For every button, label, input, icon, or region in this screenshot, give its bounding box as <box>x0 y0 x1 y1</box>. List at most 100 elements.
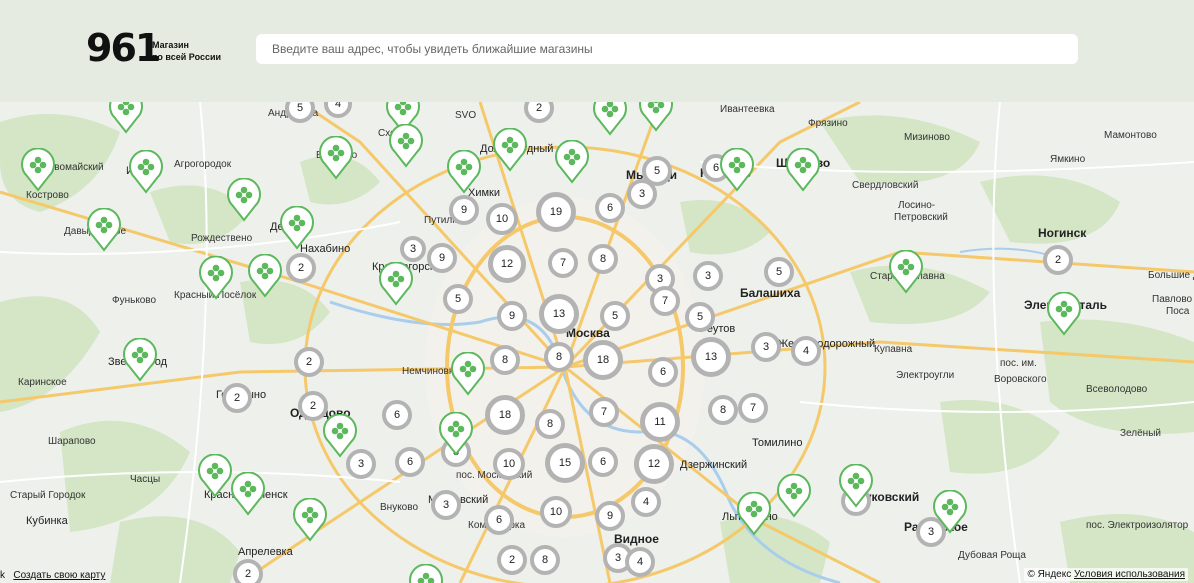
store-cluster[interactable]: 6 <box>648 357 678 387</box>
store-pin-icon[interactable] <box>322 413 358 458</box>
store-cluster[interactable]: 3 <box>431 490 461 520</box>
place-label: Поса <box>1166 306 1190 317</box>
store-pin-icon[interactable] <box>1046 291 1082 336</box>
store-cluster[interactable]: 6 <box>588 447 618 477</box>
place-label: пос. Электроизолятор <box>1086 520 1189 531</box>
place-label: Дубовая Роща <box>958 550 1026 561</box>
store-cluster[interactable]: 10 <box>540 496 572 528</box>
store-cluster[interactable]: 12 <box>488 245 526 283</box>
place-label: Москва <box>566 326 610 340</box>
store-pin-icon[interactable] <box>128 149 164 194</box>
store-cluster[interactable]: 8 <box>490 345 520 375</box>
store-pin-icon[interactable] <box>554 139 590 184</box>
store-pin-icon[interactable] <box>408 563 444 583</box>
store-pin-icon[interactable] <box>279 205 315 250</box>
store-cluster[interactable]: 9 <box>497 301 527 331</box>
store-cluster[interactable]: 8 <box>588 244 618 274</box>
store-cluster[interactable]: 2 <box>286 253 316 283</box>
place-label: Электроугли <box>896 370 955 381</box>
terms-link[interactable]: Условия использования <box>1074 569 1185 580</box>
store-cluster[interactable]: 15 <box>545 443 585 483</box>
store-pin-icon[interactable] <box>492 127 528 172</box>
store-cluster[interactable]: 4 <box>631 487 661 517</box>
store-pin-icon[interactable] <box>932 489 968 534</box>
tagline-line-2: по всей России <box>152 52 222 62</box>
store-cluster[interactable]: 3 <box>627 179 657 209</box>
store-pin-icon[interactable] <box>450 351 486 396</box>
store-cluster[interactable]: 12 <box>634 444 674 484</box>
store-cluster[interactable]: 3 <box>400 236 426 262</box>
store-cluster[interactable]: 7 <box>650 286 680 316</box>
store-pin-icon[interactable] <box>86 207 122 252</box>
logo[interactable]: 961 <box>86 28 161 68</box>
address-search-input[interactable] <box>256 34 1078 64</box>
store-pin-icon[interactable] <box>388 123 424 168</box>
store-cluster[interactable]: 4 <box>625 547 655 577</box>
place-label: Лосино- <box>898 200 936 211</box>
store-pin-icon[interactable] <box>122 337 158 382</box>
store-cluster[interactable]: 8 <box>708 395 738 425</box>
store-pin-icon[interactable] <box>438 411 474 456</box>
store-pin-icon[interactable] <box>292 497 328 542</box>
store-cluster[interactable]: 9 <box>595 501 625 531</box>
store-pin-icon[interactable] <box>318 135 354 180</box>
store-cluster[interactable]: 2 <box>233 559 263 583</box>
store-cluster[interactable]: 3 <box>751 332 781 362</box>
store-cluster[interactable]: 2 <box>497 545 527 575</box>
footer-left-char: k <box>0 570 5 581</box>
store-cluster[interactable]: 6 <box>595 193 625 223</box>
store-pin-icon[interactable] <box>197 453 233 498</box>
store-pin-icon[interactable] <box>378 261 414 306</box>
store-cluster[interactable]: 10 <box>486 203 518 235</box>
store-cluster[interactable]: 9 <box>449 195 479 225</box>
store-cluster[interactable]: 4 <box>791 336 821 366</box>
store-cluster[interactable]: 2 <box>1043 245 1073 275</box>
store-pin-icon[interactable] <box>20 147 56 192</box>
store-cluster[interactable]: 8 <box>535 409 565 439</box>
place-label: Каринское <box>18 377 67 388</box>
store-pin-icon[interactable] <box>838 463 874 508</box>
store-pin-icon[interactable] <box>226 177 262 222</box>
store-cluster[interactable]: 6 <box>395 447 425 477</box>
store-pin-icon[interactable] <box>247 253 283 298</box>
store-cluster[interactable]: 18 <box>485 395 525 435</box>
store-cluster[interactable]: 5 <box>764 257 794 287</box>
store-cluster[interactable]: 10 <box>493 448 525 480</box>
store-pin-icon[interactable] <box>776 473 812 518</box>
store-cluster[interactable]: 18 <box>583 340 623 380</box>
store-cluster[interactable]: 8 <box>530 545 560 575</box>
store-pin-icon[interactable] <box>198 255 234 300</box>
store-cluster[interactable]: 13 <box>539 294 579 334</box>
store-pin-icon[interactable] <box>230 471 266 516</box>
store-cluster[interactable]: 7 <box>589 397 619 427</box>
create-map-link[interactable]: Создать свою карту <box>13 570 105 581</box>
store-map[interactable]: ПервомайскийКостровоИстраАгрогородокДавы… <box>0 102 1194 583</box>
store-cluster[interactable]: 5 <box>443 284 473 314</box>
store-pin-icon[interactable] <box>888 249 924 294</box>
store-cluster[interactable]: 2 <box>222 383 252 413</box>
store-cluster[interactable]: 13 <box>691 337 731 377</box>
store-pin-icon[interactable] <box>785 147 821 192</box>
store-pin-icon[interactable] <box>108 102 144 134</box>
store-cluster[interactable]: 7 <box>738 393 768 423</box>
store-pin-icon[interactable] <box>446 149 482 194</box>
store-cluster[interactable]: 3 <box>693 261 723 291</box>
store-pin-icon[interactable] <box>638 102 674 132</box>
store-cluster[interactable]: 6 <box>382 400 412 430</box>
store-cluster[interactable]: 11 <box>640 402 680 442</box>
store-pin-icon[interactable] <box>592 102 628 136</box>
store-pin-icon[interactable] <box>719 147 755 192</box>
store-cluster[interactable]: 2 <box>294 347 324 377</box>
place-label: Петровский <box>894 212 948 223</box>
store-cluster[interactable]: 9 <box>427 243 457 273</box>
store-cluster[interactable]: 5 <box>600 301 630 331</box>
store-cluster[interactable]: 5 <box>685 302 715 332</box>
place-label: Кубинка <box>26 515 68 527</box>
store-cluster[interactable]: 8 <box>544 342 574 372</box>
place-label: Ямкино <box>1050 154 1086 165</box>
store-cluster[interactable]: 7 <box>548 248 578 278</box>
store-pin-icon[interactable] <box>736 491 772 536</box>
place-label: Свердловский <box>852 180 919 191</box>
store-cluster[interactable]: 6 <box>484 505 514 535</box>
store-cluster[interactable]: 19 <box>536 192 576 232</box>
